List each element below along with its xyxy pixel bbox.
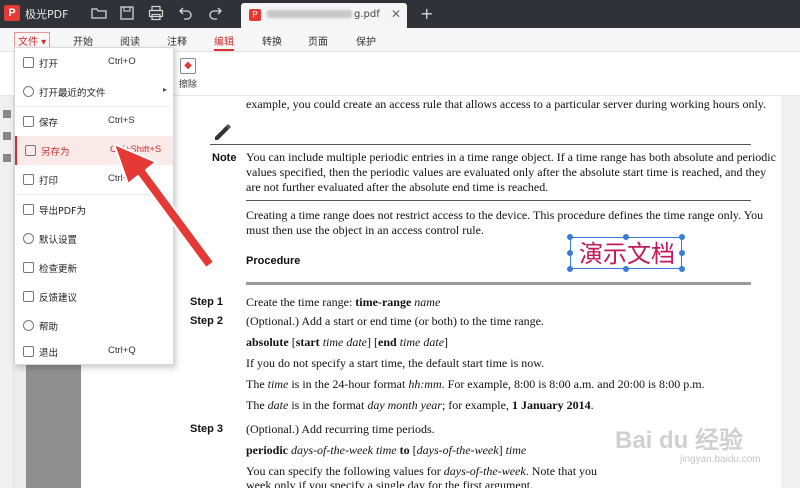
save-icon[interactable] [118,5,136,23]
menu-exit-shortcut: Ctrl+Q [108,345,136,356]
folder-icon [23,57,34,68]
update-arrow-icon [23,262,34,273]
print-icon [23,174,34,185]
open-folder-icon[interactable] [90,5,108,23]
absolute-syntax: absolute [start time date] [end time dat… [246,335,449,349]
document-tab[interactable]: P g.pdf ✕ [241,3,407,28]
menu-protect[interactable]: 保护 [356,33,376,48]
redo-icon[interactable] [206,5,224,23]
note-line-3: are not further evaluated after the abso… [246,180,549,194]
note-line-2: values specified, then the periodic valu… [246,165,767,179]
resize-handle[interactable] [567,250,573,256]
time-format-line: The time is in the 24-hour format hh:mm.… [246,377,705,391]
exit-icon [23,346,34,357]
document-tab-filename: g.pdf [267,9,380,20]
step3-text: (Optional.) Add recurring time periods. [246,422,435,436]
menu-read[interactable]: 阅读 [120,33,140,48]
pdf-file-icon: P [249,9,261,21]
save-icon [23,116,34,127]
menu-print-label: 打印 [39,176,59,187]
resize-handle[interactable] [679,234,685,240]
chevron-right-icon: ▸ [162,85,167,94]
menu-convert[interactable]: 转换 [262,33,282,48]
menu-start[interactable]: 开始 [73,33,93,48]
resize-handle[interactable] [623,234,629,240]
menu-exit-label: 退出 [39,348,59,359]
para-line-2: must then use the object in an access co… [246,223,484,237]
start-time-line: If you do not specify a start time, the … [246,356,545,370]
menu-open-recent[interactable]: 打开最近的文件 ▸ [15,77,173,106]
menu-save-label: 保存 [39,118,59,129]
menu-help-label: 帮助 [39,322,59,333]
menu-export-pdf-label: 导出PDF为 [39,206,87,217]
note-line-1: You can include multiple periodic entrie… [246,150,776,164]
text-annotation-box[interactable]: 演示文档 [567,234,685,272]
note-top-rule [210,144,751,145]
resize-handle[interactable] [679,250,685,256]
menu-feedback-label: 反馈建议 [39,293,78,304]
bookmark-icon[interactable] [2,132,11,140]
resize-handle[interactable] [623,266,629,272]
watermark-logo: Bai du 经验 [615,427,744,454]
step1-text: Create the time range: time-range name [246,295,441,309]
help-icon [23,320,34,331]
erase-button[interactable]: ◆ 擦除 [176,56,200,90]
procedure-rule [246,282,751,285]
para-line-1: Creating a time range does not restrict … [246,208,764,222]
export-icon [23,204,34,215]
date-format-line: The date is in the format day month year… [246,398,594,412]
doc-line-intro: example, you could create an access rule… [246,97,767,111]
periodic-syntax: periodic days-of-the-week time to [days-… [246,443,527,457]
specify-line: You can specify the following values for… [246,464,598,478]
feedback-icon [23,291,34,302]
menu-page[interactable]: 页面 [308,33,328,48]
menu-save-shortcut: Ctrl+S [108,115,135,126]
menu-annotate[interactable]: 注释 [167,33,187,48]
step2-label: Step 2 [190,315,224,327]
comment-panel-icon[interactable] [2,154,11,162]
step2-text: (Optional.) Add a start or end time (or … [246,314,544,328]
print-icon[interactable] [147,5,165,23]
step1-label: Step 1 [190,296,224,308]
menu-open-shortcut: Ctrl+O [108,56,136,67]
pencil-note-icon [215,124,231,140]
undo-icon[interactable] [177,5,195,23]
menu-open[interactable]: 打开 Ctrl+O [15,48,173,77]
close-icon[interactable]: ✕ [391,7,401,21]
menu-save[interactable]: 保存 Ctrl+S [15,107,173,136]
red-arrow-pointer [113,143,215,269]
resize-handle[interactable] [567,266,573,272]
save-as-icon [25,145,36,156]
erase-label: 擦除 [178,80,197,90]
resize-handle[interactable] [679,266,685,272]
menu-feedback[interactable]: 反馈建议 [15,282,173,311]
title-bar: P 极光PDF P g.pdf ✕ + [0,0,800,28]
left-panel-strip [0,96,14,488]
step3-label: Step 3 [190,423,224,435]
menu-exit[interactable]: 退出 Ctrl+Q [15,337,173,366]
eraser-icon: ◆ [180,58,196,74]
menu-open-label: 打开 [39,59,59,70]
vertical-scrollbar[interactable] [781,96,800,488]
resize-handle[interactable] [567,234,573,240]
app-title: 极光PDF [25,8,69,21]
menu-edit[interactable]: 编辑 [214,33,234,51]
last-line: week only if you specify a single day fo… [246,478,534,488]
annotation-text[interactable]: 演示文档 [571,239,683,269]
app-logo-icon: P [4,5,20,21]
thumbnail-icon[interactable] [2,110,11,118]
blurred-filename [267,10,352,18]
clock-icon [23,86,34,97]
menu-default-settings-label: 默认设置 [39,235,78,246]
gear-icon [23,233,34,244]
note-bottom-rule [246,200,751,201]
add-tab-icon[interactable]: + [420,4,433,23]
menu-save-as-label: 另存为 [41,147,70,158]
menu-help[interactable]: 帮助 [15,311,173,340]
menu-check-update-label: 检查更新 [39,264,78,275]
procedure-heading: Procedure [246,255,301,267]
menu-open-recent-label: 打开最近的文件 [39,88,106,99]
watermark-url: jingyan.baidu.com [680,454,761,465]
